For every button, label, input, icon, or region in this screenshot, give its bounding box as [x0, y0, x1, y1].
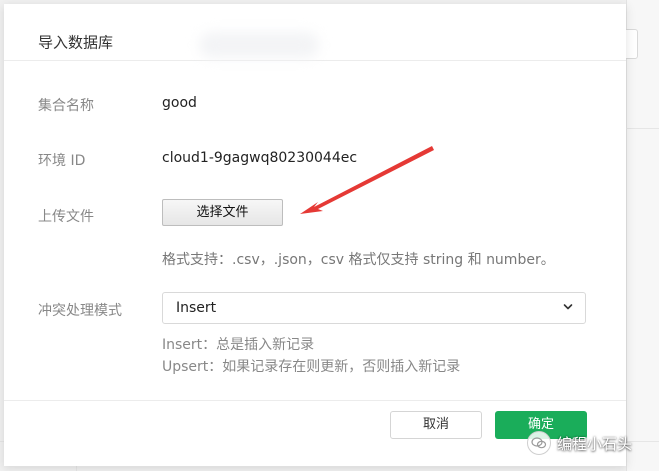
wechat-logo-icon	[527, 431, 551, 455]
chevron-down-icon	[563, 304, 573, 310]
dialog-title: 导入数据库	[38, 33, 114, 52]
cancel-button[interactable]: 取消	[390, 411, 482, 439]
conflict-mode-value: Insert	[176, 300, 217, 316]
choose-file-button[interactable]: 选择文件	[162, 199, 283, 226]
watermark-text: 编程小石头	[557, 434, 633, 453]
insert-mode-description: Insert：总是插入新记录	[162, 337, 315, 353]
env-id-label: 环境 ID	[38, 153, 86, 169]
env-id-value: cloud1-9gagwq80230044ec	[162, 150, 358, 166]
watermark: 编程小石头	[527, 430, 632, 456]
background-divider-right	[626, 128, 659, 129]
collection-name-label: 集合名称	[38, 98, 94, 114]
background-right-panel	[626, 0, 659, 471]
conflict-mode-label: 冲突处理模式	[38, 303, 122, 319]
upload-file-label: 上传文件	[38, 209, 94, 225]
conflict-mode-select[interactable]: Insert	[162, 292, 586, 324]
dialog-header: 导入数据库	[4, 4, 626, 61]
screen: 导入数据库 集合名称 good 环境 ID cloud1-9gagwq80230…	[0, 0, 659, 471]
upsert-mode-description: Upsert：如果记录存在则更新，否则插入新记录	[162, 359, 461, 375]
footer-divider	[4, 400, 626, 401]
blurred-region	[199, 32, 319, 58]
collection-name-value: good	[162, 95, 197, 111]
format-hint: 格式支持：.csv，.json，csv 格式仅支持 string 和 numbe…	[162, 252, 555, 268]
import-database-dialog: 导入数据库 集合名称 good 环境 ID cloud1-9gagwq80230…	[4, 4, 626, 466]
